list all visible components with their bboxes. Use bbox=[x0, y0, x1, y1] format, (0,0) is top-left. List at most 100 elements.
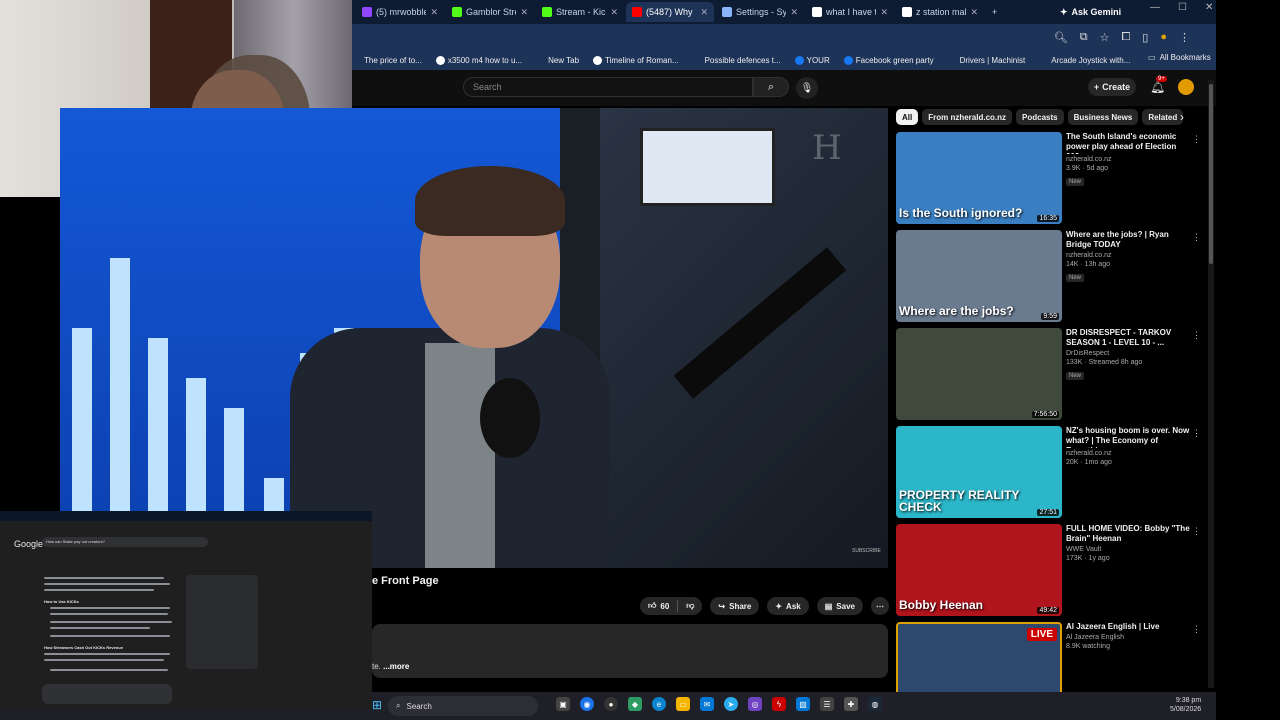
bookmark-star-icon[interactable]: ☆ bbox=[1100, 31, 1110, 44]
voice-search-button[interactable]: 🎙︎ bbox=[796, 77, 818, 99]
browser-tab[interactable]: what I have the ✕ bbox=[806, 2, 894, 22]
gamepad-icon[interactable]: ✚ bbox=[844, 697, 858, 711]
maximize-icon[interactable]: ☐ bbox=[1178, 2, 1187, 13]
browser-tab[interactable]: (5487) Why ✕ bbox=[626, 2, 714, 22]
bookmark-item[interactable]: The price of to... bbox=[352, 55, 422, 65]
ask-gemini-button[interactable]: ✦ Ask Gemini bbox=[1060, 4, 1132, 20]
bookmark-item[interactable]: x3500 m4 how to u... bbox=[435, 55, 522, 65]
more-options-icon[interactable]: ⋮ bbox=[1192, 428, 1201, 439]
taskbar-search[interactable]: ⌕ Search bbox=[388, 696, 538, 716]
recommendation-title[interactable]: The South Island's economic power play a… bbox=[1066, 132, 1190, 154]
overlay-chat-input[interactable] bbox=[42, 684, 172, 704]
filter-chip[interactable]: All bbox=[896, 109, 919, 125]
close-tab-icon[interactable]: ✕ bbox=[970, 7, 978, 18]
profile-icon[interactable]: ● bbox=[1160, 31, 1167, 43]
like-button[interactable]: 👍︎ 60 👎︎ bbox=[640, 597, 703, 615]
filter-chip[interactable]: From nzherald.co.nz bbox=[922, 109, 1013, 125]
filter-chip[interactable]: Podcasts bbox=[1016, 109, 1064, 125]
description-box[interactable] bbox=[372, 624, 888, 678]
more-options-icon[interactable]: ⋮ bbox=[1192, 624, 1201, 635]
more-actions-button[interactable]: ⋯ bbox=[870, 597, 889, 615]
channel-name[interactable]: Al Jazeera English bbox=[1066, 634, 1190, 641]
share-button[interactable]: ↪ Share bbox=[710, 597, 760, 615]
recommendation-item[interactable]: PROPERTY REALITY CHECK 27:51 NZ's housing … bbox=[896, 426, 1206, 518]
close-tab-icon[interactable]: ✕ bbox=[790, 7, 798, 18]
create-button[interactable]: + Create bbox=[1088, 78, 1136, 96]
browser-tab[interactable]: z station make ✕ bbox=[896, 2, 984, 22]
video-thumbnail[interactable]: Where are the jobs? 9:59 bbox=[896, 230, 1062, 322]
browser-tab[interactable]: (5) mrwobble ✕ bbox=[356, 2, 444, 22]
menu-icon[interactable]: ⋮ bbox=[1179, 31, 1190, 44]
sidebar-icon[interactable]: ▯ bbox=[1142, 31, 1148, 44]
obs-icon[interactable]: ● bbox=[604, 697, 618, 711]
channel-name[interactable]: WWE Vault bbox=[1066, 546, 1190, 553]
close-tab-icon[interactable]: ✕ bbox=[520, 7, 528, 18]
video-thumbnail[interactable]: Bobby Heenan 49:42 bbox=[896, 524, 1062, 616]
recommendation-title[interactable]: FULL HOME VIDEO: Bobby "The Brain" Heena… bbox=[1066, 524, 1190, 544]
video-thumbnail[interactable]: 7:56:50 bbox=[896, 328, 1062, 420]
save-button[interactable]: ▤ Save bbox=[816, 597, 863, 615]
scrollbar-thumb[interactable] bbox=[1209, 84, 1213, 264]
ask-button[interactable]: ✦ Ask bbox=[767, 597, 809, 615]
browser-tab[interactable]: Settings - Syste✕ bbox=[716, 2, 804, 22]
recommendation-title[interactable]: NZ's housing boom is over. Now what? | T… bbox=[1066, 426, 1190, 448]
close-tab-icon[interactable]: ✕ bbox=[430, 7, 438, 18]
taskbar-clock[interactable]: 9:38 pm 5/08/2026 bbox=[1170, 696, 1201, 715]
app-icon[interactable]: ◆ bbox=[628, 697, 642, 711]
video-thumbnail[interactable]: PROPERTY REALITY CHECK 27:51 bbox=[896, 426, 1062, 518]
app-icon[interactable]: ◎ bbox=[748, 697, 762, 711]
channel-name[interactable]: nzherald.co.nz bbox=[1066, 252, 1190, 259]
mail-icon[interactable]: ✉ bbox=[700, 697, 714, 711]
filter-chip[interactable]: Business News bbox=[1067, 109, 1139, 125]
recommendation-item[interactable]: Bobby Heenan 49:42 FULL HOME VIDEO: Bobby … bbox=[896, 524, 1206, 616]
zoom-icon[interactable]: 🔍︎ bbox=[1054, 31, 1068, 44]
browser-tab[interactable]: Gamblor Stream ✕ bbox=[446, 2, 534, 22]
close-icon[interactable]: ✕ bbox=[1205, 2, 1213, 13]
chevron-right-icon[interactable]: › bbox=[1180, 110, 1184, 124]
windows-start-icon[interactable]: ⊞ bbox=[372, 698, 382, 712]
notifications-bell-icon[interactable]: 🔔︎ bbox=[1150, 80, 1165, 94]
task-view-icon[interactable]: ▣ bbox=[556, 697, 570, 711]
channel-name[interactable]: nzherald.co.nz bbox=[1066, 156, 1190, 163]
bookmark-item[interactable]: Arcade Joystick with... bbox=[1039, 55, 1130, 65]
video-player[interactable]: H SUBSCRIBE bbox=[60, 108, 888, 568]
more-options-icon[interactable]: ⋮ bbox=[1192, 330, 1201, 341]
steam-icon[interactable]: ◍ bbox=[868, 697, 882, 711]
file-explorer-icon[interactable]: ▭ bbox=[676, 697, 690, 711]
bookmark-item[interactable]: Possible defences t... bbox=[692, 55, 781, 65]
show-more-link[interactable]: ...more bbox=[383, 662, 409, 671]
all-bookmarks-button[interactable]: ▭ All Bookmarks bbox=[1148, 53, 1211, 62]
description-more[interactable]: te. ...more bbox=[372, 662, 409, 671]
bookmark-item[interactable]: New Tab bbox=[536, 55, 579, 65]
video-thumbnail[interactable]: Is the South ignored? 16:35 bbox=[896, 132, 1062, 224]
recommendation-item[interactable]: Is the South ignored? 16:35 The South Isla… bbox=[896, 132, 1206, 224]
edge-icon[interactable]: e bbox=[652, 697, 666, 711]
browser-tab[interactable]: Stream - Kick ✕ bbox=[536, 2, 624, 22]
extensions-icon[interactable]: ⧠ bbox=[1121, 31, 1130, 44]
more-options-icon[interactable]: ⋮ bbox=[1192, 526, 1201, 537]
telegram-icon[interactable]: ➤ bbox=[724, 697, 738, 711]
close-tab-icon[interactable]: ✕ bbox=[700, 7, 708, 18]
install-icon[interactable]: ⧉ bbox=[1080, 31, 1088, 44]
recommendation-title[interactable]: Where are the jobs? | Ryan Bridge TODAY bbox=[1066, 230, 1190, 250]
more-options-icon[interactable]: ⋮ bbox=[1192, 232, 1201, 243]
bookmark-item[interactable]: Timeline of Roman... bbox=[593, 55, 679, 65]
chrome-icon[interactable]: ◉ bbox=[580, 697, 594, 711]
app-icon[interactable]: ☰ bbox=[820, 697, 834, 711]
photos-icon[interactable]: ▨ bbox=[796, 697, 810, 711]
minimize-icon[interactable]: — bbox=[1150, 2, 1160, 13]
channel-name[interactable]: DrDisRespect bbox=[1066, 350, 1190, 357]
bookmark-item[interactable]: YOUR bbox=[794, 55, 830, 65]
avatar[interactable] bbox=[1178, 79, 1194, 95]
recommendation-title[interactable]: DR DISRESPECT - TARKOV SEASON 1 - LEVEL … bbox=[1066, 328, 1190, 348]
channel-name[interactable]: nzherald.co.nz bbox=[1066, 450, 1190, 457]
close-tab-icon[interactable]: ✕ bbox=[880, 7, 888, 18]
bookmark-item[interactable]: Drivers | Machinist bbox=[947, 55, 1025, 65]
bookmark-item[interactable]: Facebook green party bbox=[843, 55, 934, 65]
recommendation-item[interactable]: 7:56:50 DR DISRESPECT - TARKOV SEASON 1 -… bbox=[896, 328, 1206, 420]
thumbs-down-icon[interactable]: 👎︎ bbox=[686, 601, 694, 611]
overlay-search-input[interactable]: How can Stake pay out creators? bbox=[42, 537, 208, 547]
recommendation-title[interactable]: Al Jazeera English | Live bbox=[1066, 622, 1190, 632]
search-input[interactable]: Search bbox=[463, 77, 753, 97]
recommendation-item[interactable]: Where are the jobs? 9:59 Where are the job… bbox=[896, 230, 1206, 322]
